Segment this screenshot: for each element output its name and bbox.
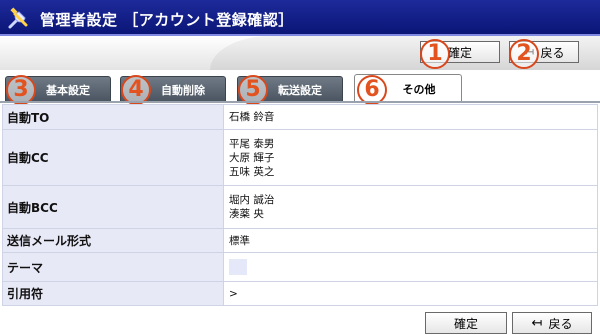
recipient: 堀内 誠治: [229, 194, 275, 206]
marker-2: 2: [509, 39, 539, 69]
top-toolbar: 確定 ↤ 戻る 1 2: [0, 36, 600, 70]
recipient: 石橋 鈴音: [229, 111, 275, 123]
back-label: 戻る: [540, 45, 565, 60]
confirm-label: 確定: [453, 316, 478, 331]
label-mail-format: 送信メール形式: [2, 228, 224, 253]
marker-1: 1: [420, 39, 450, 69]
value-auto-cc: 平尾 泰男 大原 輝子 五味 英之: [223, 129, 598, 186]
row-auto-cc: 自動CC 平尾 泰男 大原 輝子 五味 英之: [2, 129, 598, 186]
recipient: 五味 英之: [229, 165, 275, 178]
row-theme: テーマ: [2, 252, 598, 282]
settings-table: 自動TO 石橋 鈴音 自動CC 平尾 泰男 大原 輝子 五味 英之 自動BCC …: [2, 104, 598, 306]
value-theme: [223, 252, 598, 282]
value-auto-bcc: 堀内 誠治 湊薬 央: [223, 185, 598, 229]
row-mail-format: 送信メール形式 標準: [2, 228, 598, 253]
row-auto-to: 自動TO 石橋 鈴音: [2, 104, 598, 130]
confirm-label: 確定: [447, 45, 472, 60]
label-auto-bcc: 自動BCC: [2, 185, 224, 229]
title-bar: 管理者設定 ［アカウント登録確認］: [0, 0, 600, 36]
theme-color-swatch: [229, 259, 247, 275]
label-theme: テーマ: [2, 252, 224, 282]
back-button-bottom[interactable]: ↤ 戻る: [512, 312, 592, 334]
label-quote: 引用符: [2, 281, 224, 306]
back-label: 戻る: [548, 316, 573, 331]
label-auto-to: 自動TO: [2, 104, 224, 130]
label-auto-cc: 自動CC: [2, 129, 224, 186]
recipient: 平尾 泰男: [229, 137, 275, 150]
tab-label: その他: [402, 82, 436, 96]
page-title: 管理者設定 ［アカウント登録確認］: [40, 11, 294, 29]
value-auto-to: 石橋 鈴音: [223, 104, 598, 130]
row-auto-bcc: 自動BCC 堀内 誠治 湊薬 央: [2, 185, 598, 229]
row-quote: 引用符 >: [2, 281, 598, 306]
tools-icon: [8, 7, 28, 29]
tab-bar: 基本設定 自動削除 転送設定 その他 3 4 5 6: [0, 72, 600, 105]
value-quote: >: [223, 281, 598, 306]
back-arrow-icon: ↤: [531, 315, 543, 331]
confirm-button-bottom[interactable]: 確定: [425, 312, 507, 334]
tab-underline: [0, 101, 600, 103]
bottom-toolbar: 確定 ↤ 戻る: [0, 310, 600, 335]
recipient: 湊薬 央: [229, 208, 264, 220]
recipient: 大原 輝子: [229, 151, 275, 164]
value-mail-format: 標準: [223, 228, 598, 253]
